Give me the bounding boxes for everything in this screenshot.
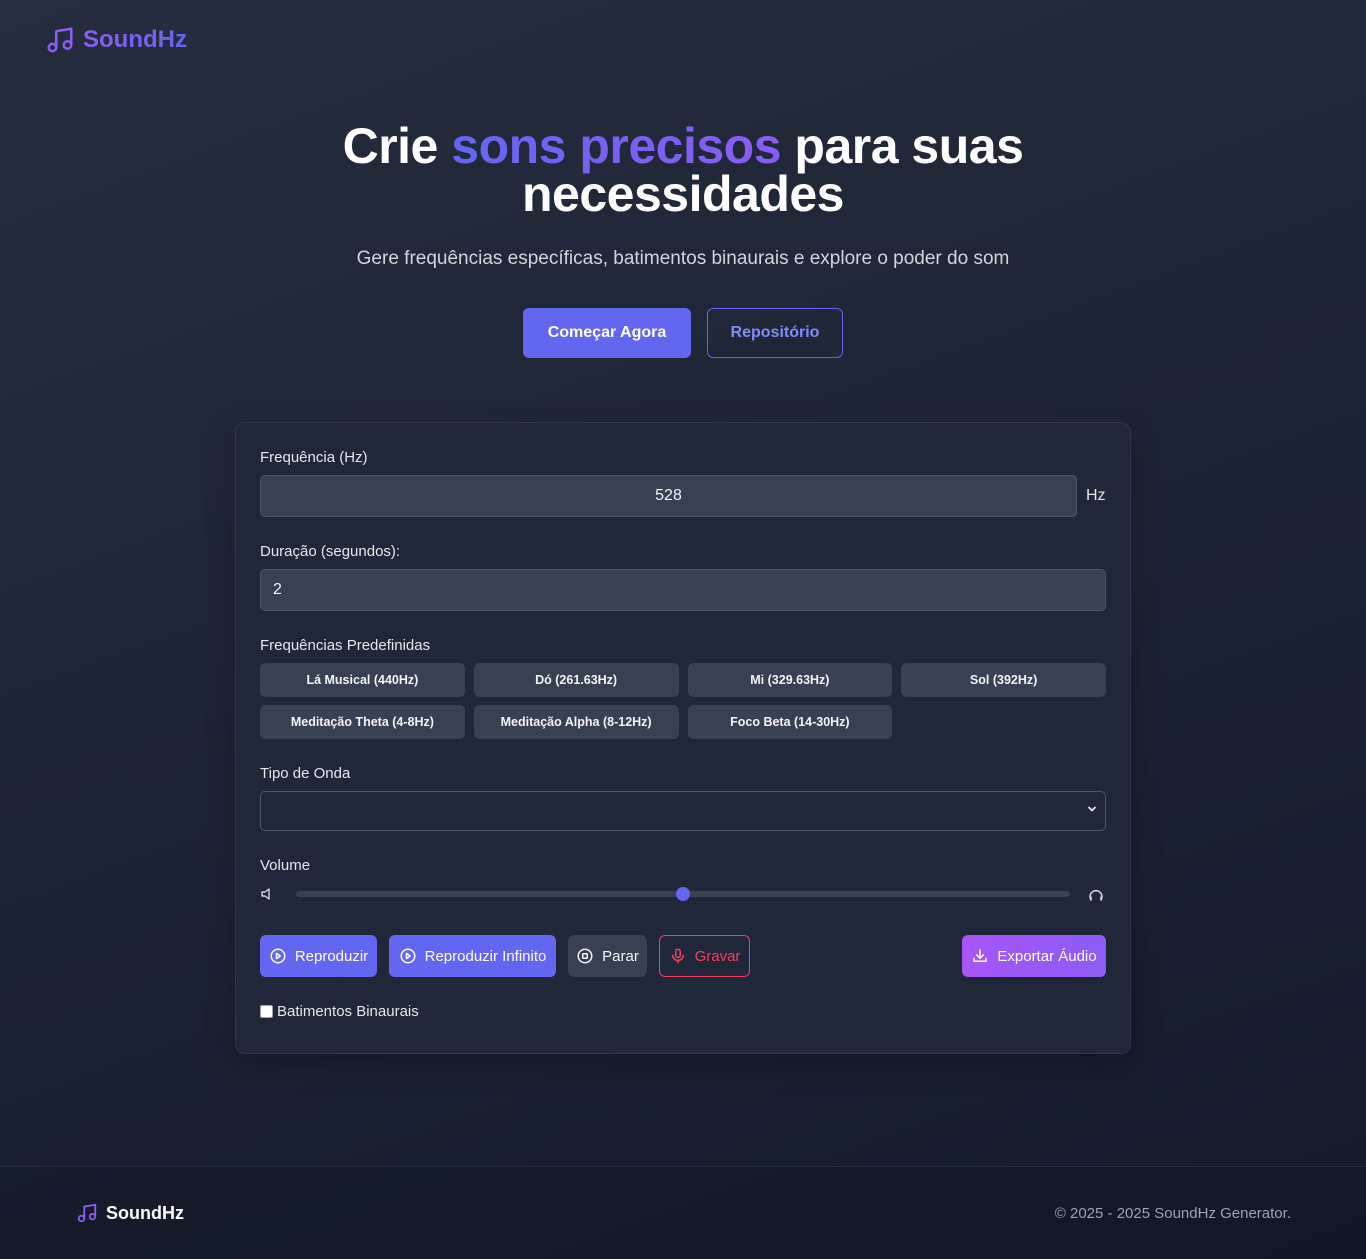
music-note-icon — [77, 1203, 97, 1223]
duration-input[interactable] — [260, 569, 1106, 611]
brand-name: SoundHz — [83, 26, 187, 53]
preset-grid: Lá Musical (440Hz) Dó (261.63Hz) Mi (329… — [260, 663, 1106, 739]
footer-brand[interactable]: SoundHz — [76, 1202, 184, 1224]
preset-theta[interactable]: Meditação Theta (4-8Hz) — [260, 705, 465, 739]
play-infinite-button-label: Reproduzir Infinito — [424, 947, 547, 965]
hero-title-line2: necessidades — [522, 166, 844, 222]
volume-high-icon — [1089, 890, 1103, 901]
play-button-label: Reproduzir — [294, 947, 369, 965]
wave-type-select[interactable] — [260, 791, 1106, 831]
preset-sol-392[interactable]: Sol (392Hz) — [901, 663, 1106, 697]
record-button-label: Gravar — [694, 947, 741, 965]
volume-control — [260, 885, 1106, 903]
hero-subtitle: Gere frequências específicas, batimentos… — [356, 248, 1010, 269]
volume-slider[interactable] — [296, 887, 1070, 901]
music-note-icon — [47, 27, 73, 53]
play-button[interactable]: Reproduzir — [260, 935, 377, 977]
hero-title: Crie sons precisos para suas necessidade… — [0, 121, 1366, 219]
stop-button[interactable]: Parar — [568, 935, 647, 977]
hero-section: Crie sons precisos para suas necessidade… — [0, 121, 1366, 358]
export-audio-button-label: Exportar Áudio — [997, 947, 1097, 965]
binaural-toggle[interactable]: Batimentos Binaurais — [260, 1003, 419, 1020]
chevron-down-icon — [1088, 806, 1096, 812]
presets-label: Frequências Predefinidas — [260, 637, 431, 654]
play-circle-icon — [400, 948, 416, 964]
repository-button[interactable]: Repositório — [707, 308, 843, 358]
volume-label: Volume — [260, 857, 311, 874]
footer: SoundHz © 2025 - 2025 SoundHz Generator. — [0, 1166, 1366, 1259]
stop-circle-icon — [577, 948, 593, 964]
frequency-label: Frequência (Hz) — [260, 449, 368, 466]
wave-type-label: Tipo de Onda — [260, 765, 351, 782]
binaural-label: Batimentos Binaurais — [277, 1003, 419, 1020]
export-audio-button[interactable]: Exportar Áudio — [962, 935, 1106, 977]
hero-title-part1: Crie — [342, 118, 452, 174]
download-icon — [973, 949, 988, 962]
preset-do-261[interactable]: Dó (261.63Hz) — [473, 663, 679, 697]
stop-button-label: Parar — [602, 947, 639, 965]
preset-alpha[interactable]: Meditação Alpha (8-12Hz) — [473, 705, 679, 739]
preset-la-440[interactable]: Lá Musical (440Hz) — [260, 663, 465, 697]
duration-label: Duração (segundos): — [260, 543, 401, 560]
frequency-input[interactable] — [260, 475, 1077, 517]
brand-logo[interactable]: SoundHz — [45, 25, 187, 55]
hero-buttons: Começar Agora Repositório — [0, 308, 1366, 358]
record-button[interactable]: Gravar — [659, 935, 750, 977]
volume-low-icon — [261, 888, 270, 900]
volume-slider-thumb[interactable] — [676, 887, 690, 901]
play-circle-icon — [270, 948, 286, 964]
microphone-icon — [671, 948, 684, 964]
footer-brand-name: SoundHz — [106, 1202, 184, 1223]
preset-mi-329[interactable]: Mi (329.63Hz) — [687, 663, 893, 697]
action-bar: Reproduzir Reproduzir Infinito Parar Gra… — [260, 935, 1106, 977]
frequency-unit: Hz — [1086, 487, 1106, 504]
copyright-text: © 2025 - 2025 SoundHz Generator. — [1054, 1205, 1291, 1222]
generator-card: Frequência (Hz) Hz Duração (segundos): F… — [235, 422, 1131, 1054]
start-now-button[interactable]: Começar Agora — [523, 308, 691, 358]
preset-beta[interactable]: Foco Beta (14-30Hz) — [687, 705, 893, 739]
play-infinite-button[interactable]: Reproduzir Infinito — [389, 935, 556, 977]
binaural-checkbox[interactable] — [260, 1005, 273, 1018]
